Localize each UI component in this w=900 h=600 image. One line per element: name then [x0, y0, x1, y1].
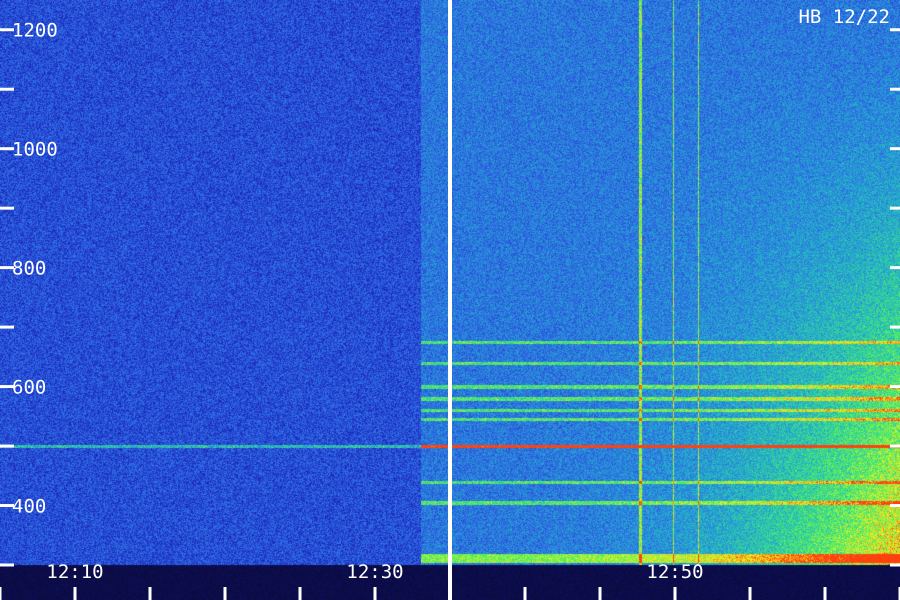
y-tick-label: 800 — [12, 258, 46, 280]
x-tick-label: 12:50 — [646, 561, 703, 583]
y-tick-label: 1200 — [12, 20, 58, 42]
chart-title: HB 12/22 — [798, 6, 890, 28]
x-tick-label: 12:30 — [346, 561, 403, 583]
y-tick-label: 1000 — [12, 139, 58, 161]
spectrogram-chart: 400 600 800 1000 1200 12:10 12:30 12:50 HB 12/… — [0, 0, 900, 600]
x-tick-label: 12:10 — [46, 561, 103, 583]
y-tick-label: 400 — [12, 496, 46, 518]
y-tick-label: 600 — [12, 377, 46, 399]
chart-overlay: 400 600 800 1000 1200 12:10 12:30 12:50 HB 12/… — [0, 0, 900, 600]
